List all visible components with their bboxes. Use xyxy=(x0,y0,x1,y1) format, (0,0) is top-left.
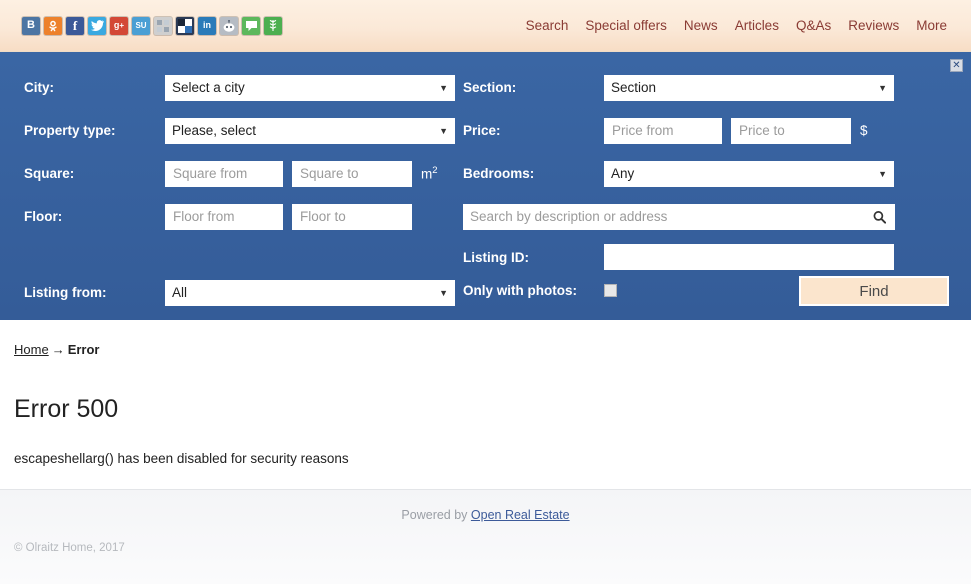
listing-id-input[interactable] xyxy=(604,244,894,270)
property-type-select[interactable]: Please, select ▼ xyxy=(165,117,455,144)
chevron-down-icon: ▼ xyxy=(439,125,448,136)
powered-by-text: Powered by Open Real Estate xyxy=(0,490,971,522)
nav-articles[interactable]: Articles xyxy=(735,18,779,33)
nav-news[interactable]: News xyxy=(684,18,718,33)
listing-from-select-value: All xyxy=(172,285,188,300)
bedrooms-label: Bedrooms: xyxy=(463,166,535,181)
section-select-value: Section xyxy=(611,80,657,95)
square-to-input[interactable] xyxy=(292,160,412,187)
currency-label: $ xyxy=(860,123,868,138)
nav-search[interactable]: Search xyxy=(526,18,569,33)
price-row: Price: $ xyxy=(463,109,971,152)
property-type-select-value: Please, select xyxy=(172,123,257,138)
city-select[interactable]: Select a city ▼ xyxy=(165,74,455,101)
twitter-icon[interactable] xyxy=(88,16,106,35)
open-real-estate-link[interactable]: Open Real Estate xyxy=(471,508,570,522)
listing-id-row: Listing ID: xyxy=(463,238,971,276)
vkontakte-icon[interactable]: B xyxy=(22,16,40,35)
only-with-photos-checkbox[interactable] xyxy=(604,283,617,297)
site-footer: Powered by Open Real Estate © Olraitz Ho… xyxy=(0,489,971,584)
site-header: B f g + SU in Search Special offers News… xyxy=(0,0,971,52)
search-form-left-column: City: Select a city ▼ Property type: Ple… xyxy=(0,66,463,314)
chevron-down-icon: ▼ xyxy=(878,168,887,179)
keyword-search-row: Search by description or address xyxy=(463,195,971,238)
google-plus-icon[interactable]: g + xyxy=(110,16,128,35)
square-unit-label: m2 xyxy=(421,165,438,182)
page-root: B f g + SU in Search Special offers News… xyxy=(0,0,971,584)
social-icon-bar: B f g + SU in xyxy=(22,16,282,35)
listing-from-label: Listing from: xyxy=(24,285,107,300)
nav-qas[interactable]: Q&As xyxy=(796,18,831,33)
stumbleupon-icon[interactable]: SU xyxy=(132,16,150,35)
error-message: escapeshellarg() has been disabled for s… xyxy=(14,451,349,466)
keyword-search-placeholder: Search by description or address xyxy=(470,209,668,224)
listing-id-label: Listing ID: xyxy=(463,249,529,265)
facebook-icon[interactable]: f xyxy=(66,16,84,35)
section-row: Section: Section ▼ xyxy=(463,66,971,109)
breadcrumb-current: Error xyxy=(67,342,100,357)
nav-reviews[interactable]: Reviews xyxy=(848,18,899,33)
floor-label: Floor: xyxy=(24,209,63,224)
square-row: Square: m2 xyxy=(24,152,463,195)
chevron-down-icon: ▼ xyxy=(439,82,448,93)
price-to-input[interactable] xyxy=(731,117,851,144)
chevron-down-icon: ▼ xyxy=(439,287,448,298)
listing-from-row: Listing from: All ▼ xyxy=(24,271,463,314)
only-with-photos-label: Only with photos: xyxy=(463,282,577,298)
city-label: City: xyxy=(24,80,54,95)
powered-by-prefix: Powered by xyxy=(401,508,471,522)
breadcrumb-home-link[interactable]: Home xyxy=(14,342,49,357)
price-label: Price: xyxy=(463,123,501,138)
nav-special-offers[interactable]: Special offers xyxy=(585,18,667,33)
delicious-icon[interactable] xyxy=(154,16,172,35)
property-search-panel: ✕ City: Select a city ▼ Property type: P… xyxy=(0,52,971,320)
chevron-down-icon: ▼ xyxy=(878,82,887,93)
search-icon[interactable] xyxy=(873,210,887,224)
main-navigation: Search Special offers News Articles Q&As… xyxy=(526,18,947,33)
linkedin-icon[interactable]: in xyxy=(198,16,216,35)
breadcrumb-separator: → xyxy=(51,342,65,357)
blogger-icon[interactable] xyxy=(176,16,194,35)
keyword-search-input[interactable]: Search by description or address xyxy=(463,203,895,230)
floor-row: Floor: xyxy=(24,195,463,238)
odnoklassniki-icon[interactable] xyxy=(44,16,62,35)
floor-from-input[interactable] xyxy=(165,203,283,230)
city-row: City: Select a city ▼ xyxy=(24,66,463,109)
square-label: Square: xyxy=(24,166,75,181)
nav-more[interactable]: More xyxy=(916,18,947,33)
evernote-icon[interactable] xyxy=(264,16,282,35)
city-select-value: Select a city xyxy=(172,80,245,95)
page-title: Error 500 xyxy=(14,395,119,423)
main-content: Home → Error Error 500 escapeshellarg() ha… xyxy=(0,320,971,487)
section-label: Section: xyxy=(463,80,517,95)
mail-ru-icon[interactable] xyxy=(220,16,238,35)
bedrooms-select[interactable]: Any ▼ xyxy=(604,160,894,187)
property-type-label: Property type: xyxy=(24,123,116,138)
livejournal-icon[interactable] xyxy=(242,16,260,35)
property-type-row: Property type: Please, select ▼ xyxy=(24,109,463,152)
section-select[interactable]: Section ▼ xyxy=(604,74,894,101)
close-icon[interactable]: ✕ xyxy=(950,59,963,72)
copyright-text: © Olraitz Home, 2017 xyxy=(14,542,125,554)
price-from-input[interactable] xyxy=(604,117,722,144)
bedrooms-select-value: Any xyxy=(611,166,635,181)
spacer-row xyxy=(24,238,463,271)
square-from-input[interactable] xyxy=(165,160,283,187)
breadcrumb: Home → Error xyxy=(14,342,971,357)
find-button[interactable]: Find xyxy=(799,276,949,306)
listing-from-select[interactable]: All ▼ xyxy=(165,279,455,306)
bedrooms-row: Bedrooms: Any ▼ xyxy=(463,152,971,195)
floor-to-input[interactable] xyxy=(292,203,412,230)
